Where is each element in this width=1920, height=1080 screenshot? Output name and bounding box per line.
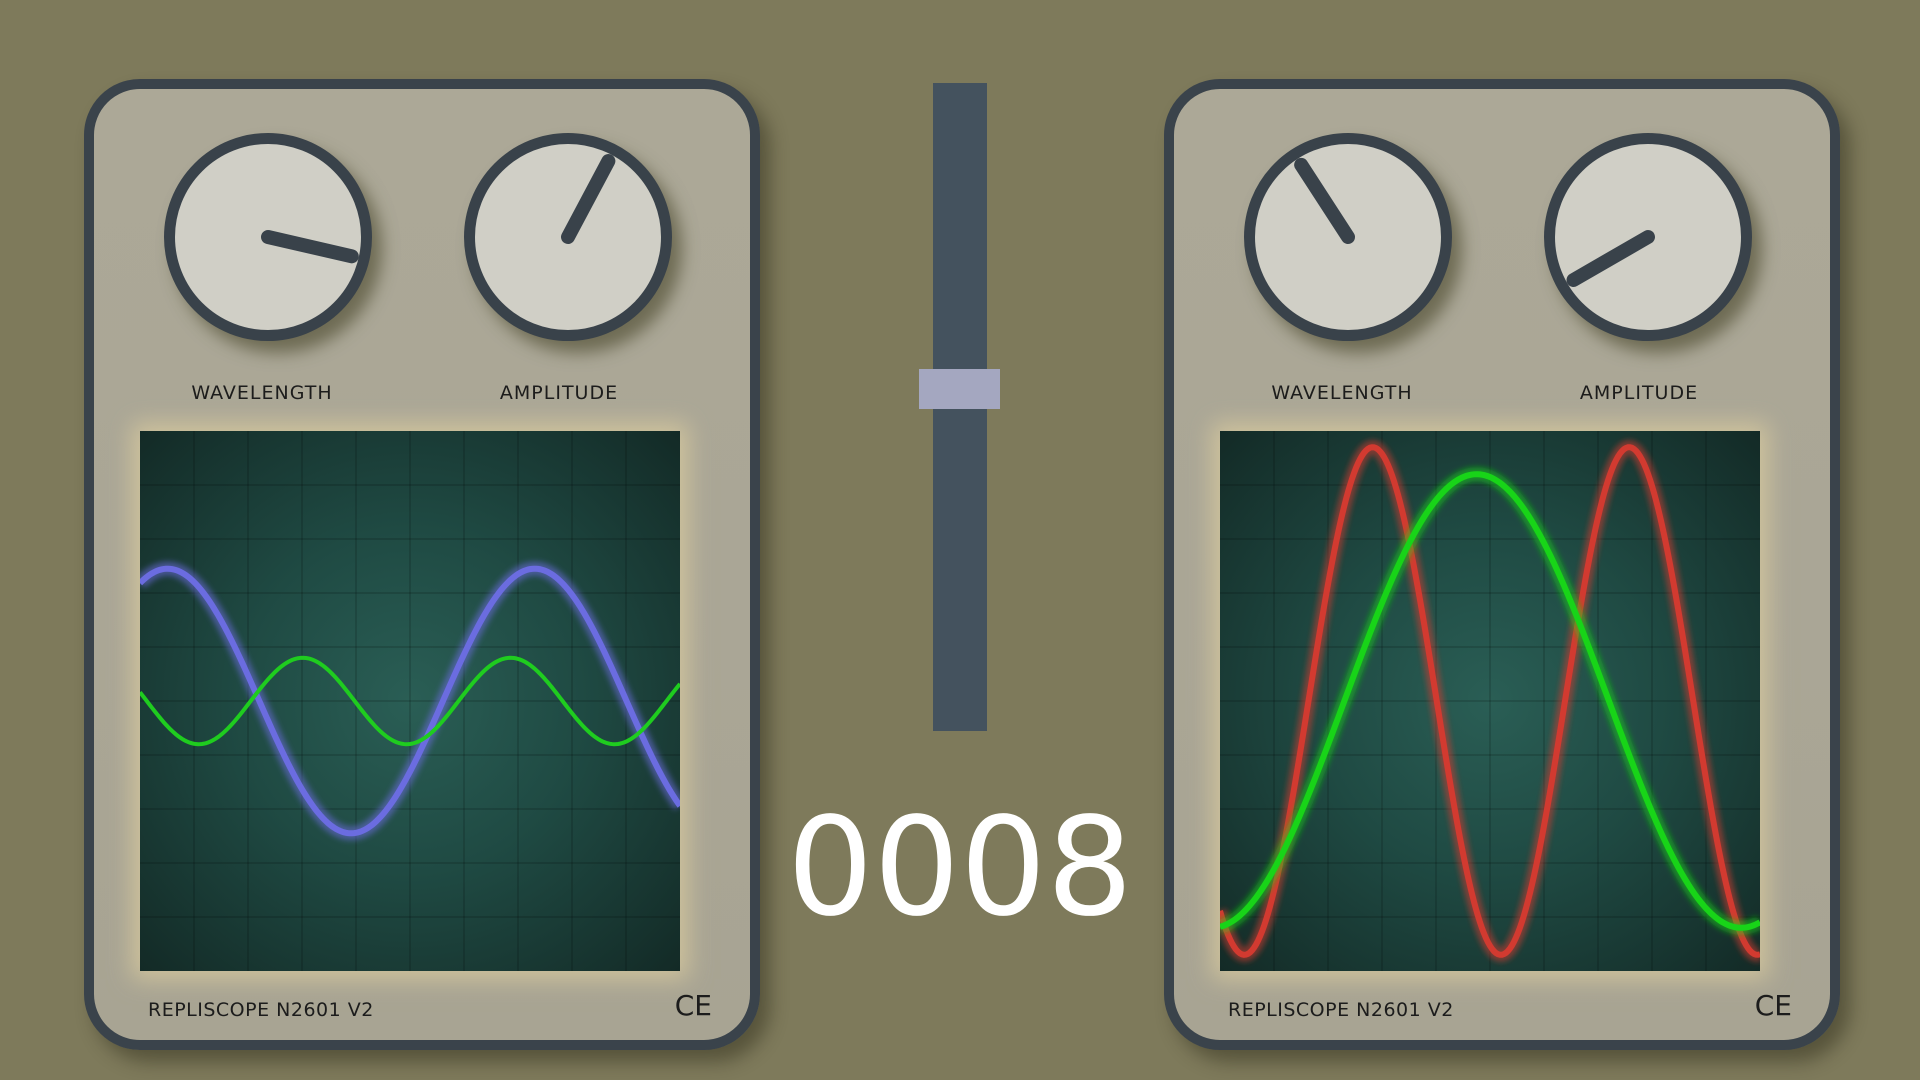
scope-right: WAVELENGTH AMPLITUDE REPLISCOPE N2601 V2… — [1164, 79, 1840, 1050]
wavelength-knob-right[interactable] — [1244, 133, 1452, 341]
ce-mark-right: CE — [1754, 989, 1792, 1022]
fader-handle[interactable] — [919, 368, 1000, 409]
oscilloscope-screen-left — [140, 431, 680, 971]
screen-right-frame — [1220, 431, 1760, 971]
wavelength-label-left: WAVELENGTH — [191, 382, 333, 404]
wavelength-label-right: WAVELENGTH — [1271, 382, 1413, 404]
wavelength-knob-left[interactable] — [164, 133, 372, 341]
model-label-right: REPLISCOPE N2601 V2 — [1228, 999, 1454, 1021]
screen-left-frame — [140, 431, 680, 971]
scope-left: WAVELENGTH AMPLITUDE REPLISCOPE N2601 V2… — [84, 79, 760, 1050]
ce-mark-left: CE — [674, 989, 712, 1022]
waveform-plot-left — [140, 431, 680, 971]
amplitude-knob-right[interactable] — [1544, 133, 1752, 341]
amplitude-label-right: AMPLITUDE — [1579, 382, 1699, 404]
level-counter: 0008 — [786, 789, 1134, 947]
amplitude-label-left: AMPLITUDE — [499, 382, 619, 404]
game-stage: WAVELENGTH AMPLITUDE REPLISCOPE N2601 V2… — [0, 0, 1920, 1080]
model-label-left: REPLISCOPE N2601 V2 — [148, 999, 374, 1021]
waveform-plot-right — [1220, 431, 1760, 971]
oscilloscope-screen-right — [1220, 431, 1760, 971]
amplitude-knob-left[interactable] — [464, 133, 672, 341]
